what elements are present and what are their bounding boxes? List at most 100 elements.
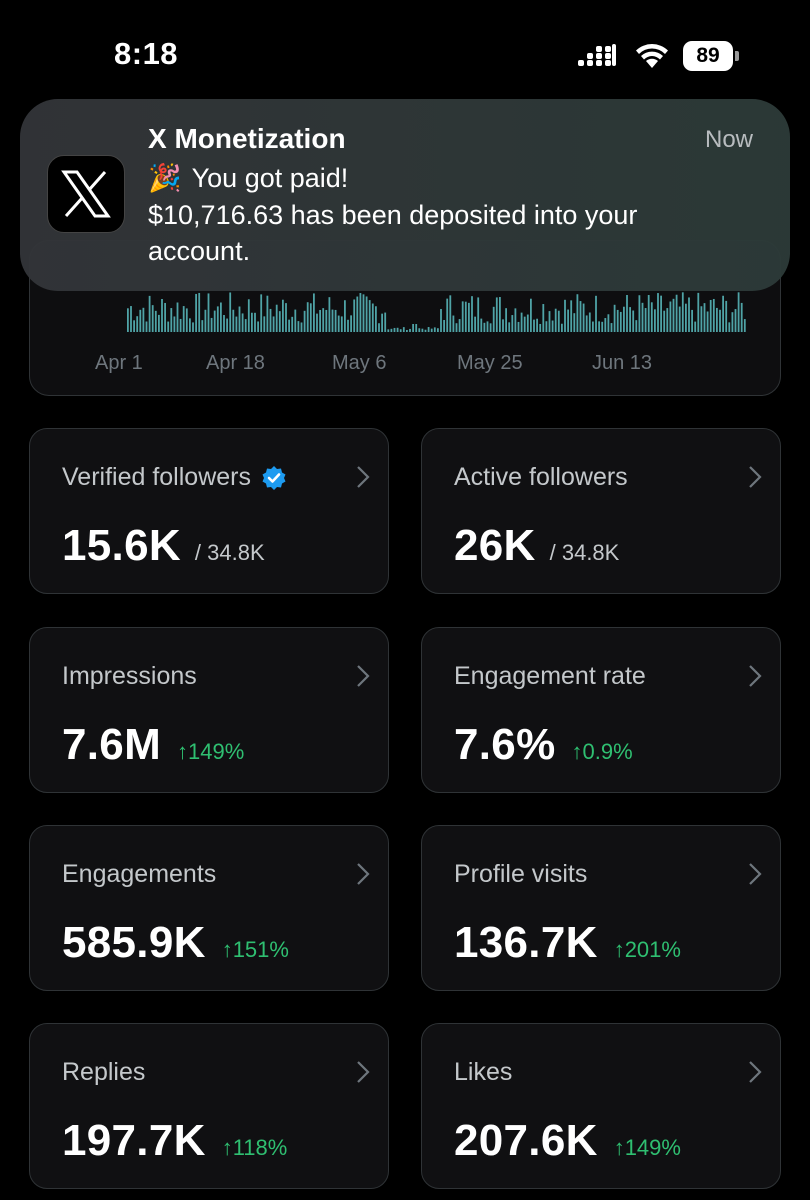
metric-card-engagement-rate[interactable]: Engagement rate 7.6% ↑0.9% <box>421 627 781 793</box>
chart-bar <box>437 328 439 332</box>
chart-bar <box>368 300 371 332</box>
chart-bar <box>731 312 734 332</box>
chart-bar <box>331 309 334 332</box>
battery-level: 89 <box>696 44 720 67</box>
chart-bar <box>483 322 486 332</box>
chart-bar <box>130 306 132 332</box>
chart-bar <box>216 306 219 332</box>
chart-bar <box>353 299 356 332</box>
metric-card-engagements[interactable]: Engagements 585.9K ↑151% <box>29 825 389 991</box>
chart-bar <box>313 293 315 332</box>
chart-bar <box>213 310 216 332</box>
chart-bar <box>223 315 225 332</box>
chart-bar <box>629 307 631 332</box>
chart-bar <box>694 321 697 332</box>
chart-bar <box>272 316 275 332</box>
chart-bar <box>592 321 594 332</box>
chevron-right-icon <box>749 466 762 488</box>
chart-bar <box>598 321 600 332</box>
chart-bar <box>257 321 259 332</box>
metric-card-profile-visits[interactable]: Profile visits 136.7K ↑201% <box>421 825 781 991</box>
metric-card-verified-followers[interactable]: Verified followers 15.6K / 34.8K <box>29 428 389 594</box>
metric-delta: ↑0.9% <box>571 739 633 764</box>
chart-bar <box>151 305 154 332</box>
chart-bar <box>440 308 442 332</box>
chart-bar <box>452 315 455 332</box>
metric-delta: ↑151% <box>221 937 289 962</box>
chart-bar <box>241 313 244 332</box>
chart-bar <box>415 324 418 332</box>
chart-bar <box>716 307 718 332</box>
chart-bar <box>192 322 194 332</box>
chart-bar <box>604 318 607 332</box>
chart-bar <box>464 301 467 332</box>
chart-bar <box>461 301 464 332</box>
chart-bar <box>359 293 362 332</box>
metric-label: Engagements <box>62 860 217 888</box>
chart-bar <box>164 302 166 332</box>
metric-value-number: 136.7K <box>454 918 598 967</box>
chart-bar <box>430 328 433 332</box>
metric-card-impressions[interactable]: Impressions 7.6M ↑149% <box>29 627 389 793</box>
chart-bar <box>654 309 656 332</box>
chart-bar <box>703 303 706 332</box>
chart-bar <box>619 311 622 332</box>
chart-bar <box>396 327 399 332</box>
metric-value: 207.6K ↑149% <box>454 1116 681 1166</box>
chart-bar <box>474 316 476 332</box>
chart-bar <box>306 302 309 332</box>
chart-bar <box>672 298 675 332</box>
chart-bar <box>691 309 693 332</box>
metric-total: / 34.8K <box>194 540 265 565</box>
chart-bar <box>303 310 306 332</box>
metric-label: Engagement rate <box>454 662 646 690</box>
chart-bar <box>294 309 297 332</box>
chart-bar <box>536 318 538 332</box>
chart-bar <box>663 310 666 332</box>
metric-card-replies[interactable]: Replies 197.7K ↑118% <box>29 1023 389 1189</box>
chart-bar <box>350 315 352 332</box>
metric-label: Profile visits <box>454 860 588 888</box>
chart-bar <box>523 316 526 332</box>
chart-bar <box>626 295 628 332</box>
chart-bar <box>182 306 185 332</box>
chart-bar <box>275 304 278 332</box>
metric-value-number: 585.9K <box>62 918 206 967</box>
chart-bar <box>697 292 700 332</box>
chart-bar <box>644 308 647 332</box>
chart-bar <box>502 319 504 332</box>
metric-card-likes[interactable]: Likes 207.6K ↑149% <box>421 1023 781 1189</box>
chart-bar <box>570 300 573 332</box>
chart-bar <box>728 322 731 332</box>
chart-bar <box>582 303 585 332</box>
chart-bar <box>567 309 569 332</box>
chart-bar <box>635 320 638 332</box>
chart-bar <box>669 301 672 332</box>
metric-card-active-followers[interactable]: Active followers 26K / 34.8K <box>421 428 781 594</box>
metric-value-number: 207.6K <box>454 1116 598 1165</box>
chart-bar <box>365 296 368 332</box>
metric-value: 136.7K ↑201% <box>454 918 681 968</box>
metric-value-number: 26K <box>454 521 536 570</box>
notification-headline: 🎉 You got paid! <box>148 162 348 194</box>
chart-bar <box>678 306 681 332</box>
chart-bar <box>204 309 207 332</box>
metric-value-number: 7.6% <box>454 720 556 769</box>
chart-bar <box>154 310 157 332</box>
chart-bar <box>657 293 659 332</box>
metric-label-text: Verified followers <box>62 463 251 491</box>
metric-label: Likes <box>454 1058 513 1086</box>
chart-bar <box>176 302 179 332</box>
chart-bar <box>517 321 520 332</box>
chart-bar <box>660 295 662 332</box>
chart-bar <box>269 308 272 332</box>
chart-bar <box>328 297 331 332</box>
chart-bar <box>557 310 560 332</box>
notification-body: $10,716.63 has been deposited into your … <box>148 200 638 266</box>
metric-label: Verified followers <box>62 463 287 492</box>
chart-bar <box>238 306 241 332</box>
metric-value-number: 197.7K <box>62 1116 206 1165</box>
chart-bar <box>666 308 669 332</box>
chart-bar <box>712 298 715 332</box>
chart-bar <box>595 295 597 332</box>
